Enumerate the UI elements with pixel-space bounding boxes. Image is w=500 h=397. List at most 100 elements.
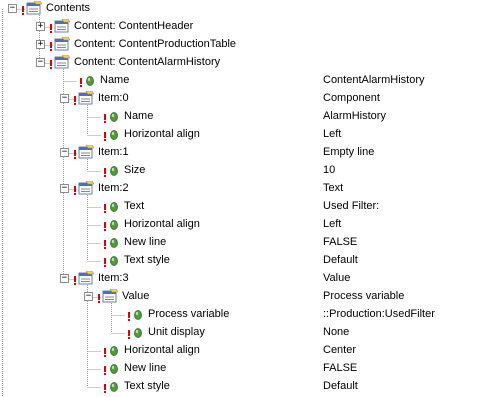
warning-mark-icon <box>104 384 106 393</box>
tree-item-value[interactable]: Empty line <box>323 146 374 158</box>
collapse-button[interactable]: − <box>60 148 69 157</box>
property-leaf-icon <box>110 130 118 140</box>
collapse-button[interactable]: − <box>60 274 69 283</box>
properties-node-icon <box>54 55 70 69</box>
collapse-button[interactable]: − <box>36 58 45 67</box>
tree-item-label: Item:1 <box>98 146 129 158</box>
property-leaf-icon <box>110 238 118 248</box>
tree-property[interactable]: Name ContentAlarmHistory <box>0 72 500 90</box>
tree-item-label: Contents <box>46 2 91 14</box>
tree-property[interactable]: Horizontal align Center <box>0 342 500 360</box>
tree-property[interactable]: New line FALSE <box>0 360 500 378</box>
tree-item-label: Horizontal align <box>124 344 200 356</box>
warning-mark-icon <box>104 168 106 177</box>
tree-item-label: Item:3 <box>98 272 129 284</box>
tree-node[interactable]: − Item:3 Value <box>0 270 500 288</box>
tree-item-value[interactable]: ::Production:UsedFilter <box>323 308 435 320</box>
properties-node-icon <box>78 271 94 285</box>
tree-property[interactable]: Size 10 <box>0 162 500 180</box>
warning-mark-icon <box>128 330 130 339</box>
tree-node[interactable]: − Item:0 Component <box>0 90 500 108</box>
collapse-button[interactable]: − <box>60 184 69 193</box>
properties-node-icon <box>78 145 94 159</box>
tree-item-label: Content: ContentAlarmHistory <box>74 56 221 68</box>
warning-mark-icon <box>104 114 106 123</box>
collapse-button[interactable]: − <box>84 292 93 301</box>
tree-item-label: Text style <box>124 254 170 266</box>
properties-node-icon <box>26 1 42 15</box>
warning-mark-icon <box>80 78 82 87</box>
tree-property[interactable]: Text Used Filter: <box>0 198 500 216</box>
warning-mark-icon <box>104 240 106 249</box>
property-leaf-icon <box>134 328 142 338</box>
property-leaf-icon <box>110 364 118 374</box>
tree-item-value[interactable]: Left <box>323 128 341 140</box>
tree-item-value[interactable]: Used Filter: <box>323 200 379 212</box>
tree-node[interactable]: − Value Process variable <box>0 288 500 306</box>
property-leaf-icon <box>110 256 118 266</box>
tree-node[interactable]: − Item:1 Empty line <box>0 144 500 162</box>
warning-mark-icon <box>50 24 52 33</box>
tree-item-value[interactable]: Component <box>323 92 380 104</box>
tree-item-value[interactable]: Center <box>323 344 356 356</box>
expand-button[interactable]: + <box>36 40 45 49</box>
property-leaf-icon <box>110 346 118 356</box>
tree-item-value[interactable]: FALSE <box>323 362 357 374</box>
warning-mark-icon <box>74 150 76 159</box>
tree-property[interactable]: Process variable::Production:UsedFilter <box>0 306 500 324</box>
tree-item-value[interactable]: Process variable <box>323 290 404 302</box>
property-leaf-icon <box>134 310 142 320</box>
tree-property[interactable]: Horizontal align Left <box>0 126 500 144</box>
warning-mark-icon <box>104 204 106 213</box>
tree-item-value[interactable]: Default <box>323 254 358 266</box>
property-leaf-icon <box>110 382 118 392</box>
tree-property[interactable]: Text style Default <box>0 378 500 396</box>
tree-item-label: Text <box>124 200 145 212</box>
properties-node-icon <box>102 289 118 303</box>
tree-item-label: Item:2 <box>98 182 129 194</box>
tree-item-label: New line <box>124 362 167 374</box>
tree-item-label: Name <box>124 110 154 122</box>
tree-property[interactable]: Text style Default <box>0 252 500 270</box>
property-leaf-icon <box>86 76 94 86</box>
tree-item-value[interactable]: 10 <box>323 164 335 176</box>
expand-button[interactable]: + <box>36 22 45 31</box>
property-leaf-icon <box>110 166 118 176</box>
tree-item-label: Horizontal align <box>124 218 200 230</box>
tree-item-label: Value <box>122 290 150 302</box>
tree-property[interactable]: Horizontal align Left <box>0 216 500 234</box>
tree-item-value[interactable]: None <box>323 326 349 338</box>
property-leaf-icon <box>110 220 118 230</box>
warning-mark-icon <box>104 132 106 141</box>
tree-item-value[interactable]: FALSE <box>323 236 357 248</box>
tree-item-value[interactable]: ContentAlarmHistory <box>323 74 424 86</box>
tree-property[interactable]: New line FALSE <box>0 234 500 252</box>
tree-item-label: Item:0 <box>98 92 129 104</box>
tree-node[interactable]: + Content: ContentProductionTable <box>0 36 500 54</box>
tree-property[interactable]: Name AlarmHistory <box>0 108 500 126</box>
tree-item-value[interactable]: Text <box>323 182 343 194</box>
tree-item-value[interactable]: Value <box>323 272 350 284</box>
warning-mark-icon <box>128 312 130 321</box>
warning-mark-icon <box>104 366 106 375</box>
properties-node-icon <box>78 181 94 195</box>
tree-item-value[interactable]: AlarmHistory <box>323 110 386 122</box>
tree-node[interactable]: − Content: ContentAlarmHistory <box>0 54 500 72</box>
tree-item-value[interactable]: Default <box>323 380 358 392</box>
collapse-button[interactable]: − <box>8 4 17 13</box>
properties-node-icon <box>54 37 70 51</box>
tree-item-label: Name <box>100 74 130 86</box>
tree-node[interactable]: − Contents <box>0 0 500 18</box>
tree-node[interactable]: + Content: ContentHeader <box>0 18 500 36</box>
tree-item-value[interactable]: Left <box>323 218 341 230</box>
warning-mark-icon <box>104 222 106 231</box>
property-tree[interactable]: − Contents + Content: ContentHeader + Content… <box>0 0 500 397</box>
tree-property[interactable]: Unit display None <box>0 324 500 342</box>
tree-node[interactable]: − Item:2 Text <box>0 180 500 198</box>
properties-node-icon <box>78 91 94 105</box>
warning-mark-icon <box>50 60 52 69</box>
collapse-button[interactable]: − <box>60 94 69 103</box>
property-leaf-icon <box>110 202 118 212</box>
warning-mark-icon <box>98 294 100 303</box>
warning-mark-icon <box>74 186 76 195</box>
